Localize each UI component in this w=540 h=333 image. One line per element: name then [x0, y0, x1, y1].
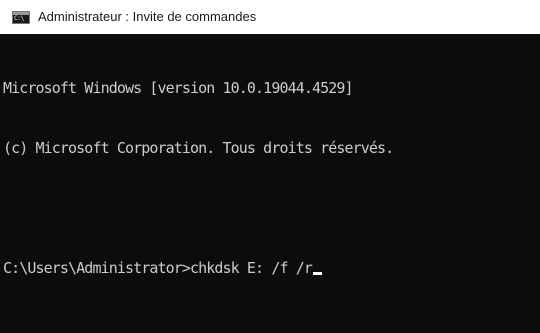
command-prompt-window: C:\ Administrateur : Invite de commandes…	[0, 0, 540, 333]
console-line-version: Microsoft Windows [version 10.0.19044.45…	[3, 79, 354, 97]
command-prompt-text: C:\Users\Administrator>chkdsk E: /f /r	[3, 259, 313, 277]
window-title: Administrateur : Invite de commandes	[38, 9, 257, 24]
console-output[interactable]: Microsoft Windows [version 10.0.19044.45…	[0, 34, 540, 333]
console-line-copyright: (c) Microsoft Corporation. Tous droits r…	[3, 139, 394, 157]
console-input-line[interactable]: C:\Users\Administrator>chkdsk E: /f /r	[3, 258, 540, 278]
cmd-icon: C:\	[12, 11, 30, 24]
title-bar[interactable]: C:\ Administrateur : Invite de commandes	[0, 0, 540, 34]
text-cursor	[312, 272, 322, 275]
